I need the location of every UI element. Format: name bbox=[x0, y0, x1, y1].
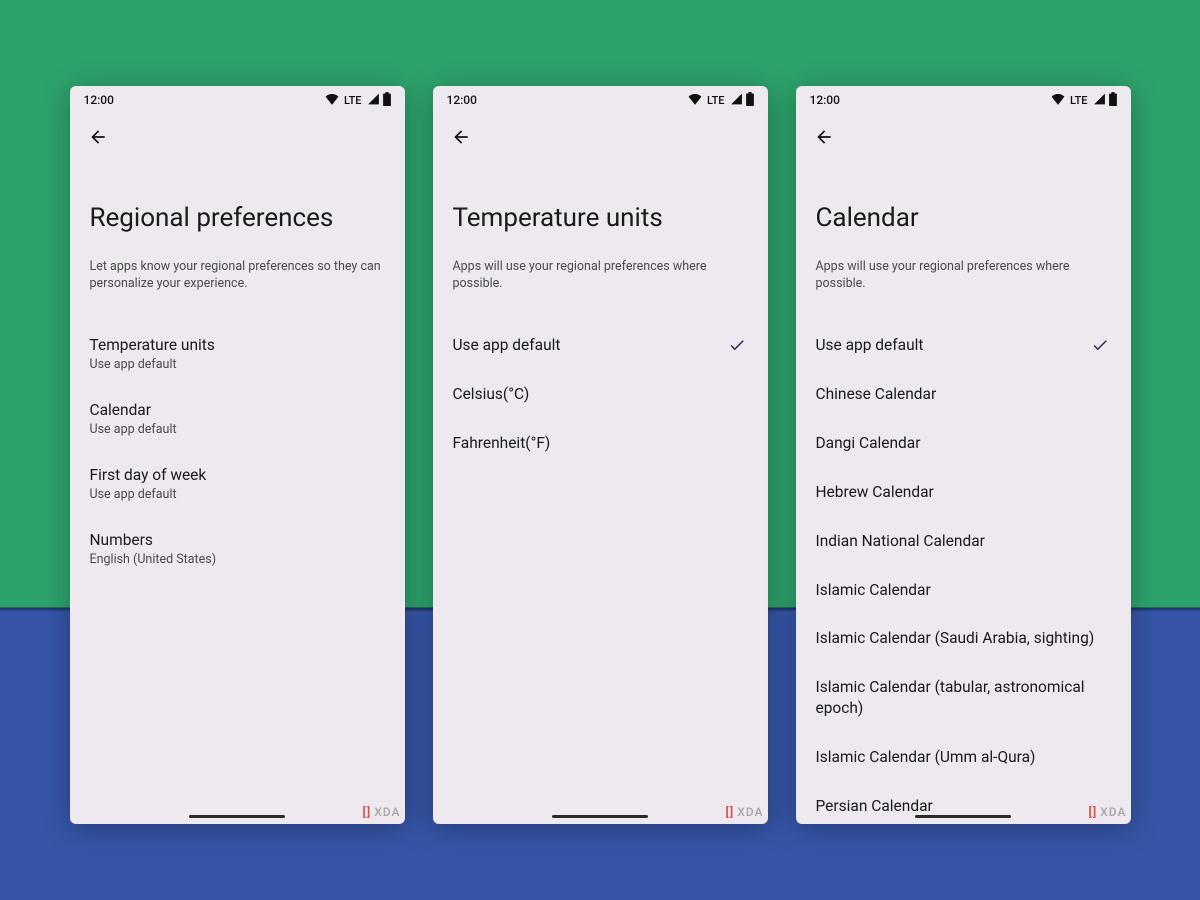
status-bar: 12:00 LTE bbox=[433, 86, 768, 114]
arrow-back-icon bbox=[88, 127, 108, 147]
page-title: Temperature units bbox=[453, 204, 748, 234]
battery-icon bbox=[1109, 92, 1117, 109]
option-use-app-default[interactable]: Use app default bbox=[453, 321, 748, 370]
phone-screen-calendar: 12:00 LTE Calendar Apps will use your re… bbox=[796, 86, 1131, 824]
status-icons: LTE bbox=[1051, 92, 1117, 109]
option-islamic-calendar[interactable]: Islamic Calendar bbox=[816, 566, 1111, 615]
option-fahrenheit[interactable]: Fahrenheit(°F) bbox=[453, 419, 748, 468]
page-title: Regional preferences bbox=[90, 204, 385, 234]
setting-item-temperature-units[interactable]: Temperature units Use app default bbox=[90, 321, 385, 386]
option-label: Persian Calendar bbox=[816, 796, 1111, 817]
option-chinese-calendar[interactable]: Chinese Calendar bbox=[816, 370, 1111, 419]
page-subtitle: Let apps know your regional preferences … bbox=[90, 258, 385, 293]
wifi-icon bbox=[1051, 93, 1065, 108]
option-label: Dangi Calendar bbox=[816, 433, 1111, 454]
back-button[interactable] bbox=[88, 126, 110, 148]
option-label: Hebrew Calendar bbox=[816, 482, 1111, 503]
option-islamic-calendar-sa[interactable]: Islamic Calendar (Saudi Arabia, sighting… bbox=[816, 614, 1111, 663]
back-button[interactable] bbox=[814, 126, 836, 148]
check-icon bbox=[728, 335, 748, 355]
status-icons: LTE bbox=[688, 92, 754, 109]
page-subtitle: Apps will use your regional preferences … bbox=[453, 258, 748, 293]
signal-icon bbox=[1093, 93, 1106, 108]
setting-value: English (United States) bbox=[90, 552, 385, 567]
status-icons: LTE bbox=[325, 92, 391, 109]
option-celsius[interactable]: Celsius(°C) bbox=[453, 370, 748, 419]
phone-screen-regional-preferences: 12:00 LTE Regional preferences Let apps … bbox=[70, 86, 405, 824]
setting-value: Use app default bbox=[90, 357, 385, 372]
setting-item-calendar[interactable]: Calendar Use app default bbox=[90, 386, 385, 451]
battery-icon bbox=[383, 92, 391, 109]
battery-icon bbox=[746, 92, 754, 109]
navigation-handle[interactable] bbox=[189, 815, 285, 818]
watermark: []XDA bbox=[1089, 805, 1127, 819]
navigation-handle[interactable] bbox=[915, 815, 1011, 818]
setting-item-first-day-of-week[interactable]: First day of week Use app default bbox=[90, 451, 385, 516]
option-dangi-calendar[interactable]: Dangi Calendar bbox=[816, 419, 1111, 468]
watermark: []XDA bbox=[726, 805, 764, 819]
option-label: Indian National Calendar bbox=[816, 531, 1111, 552]
option-label: Islamic Calendar (tabular, astronomical … bbox=[816, 677, 1111, 719]
option-use-app-default[interactable]: Use app default bbox=[816, 321, 1111, 370]
page-title: Calendar bbox=[816, 204, 1111, 234]
watermark: []XDA bbox=[363, 805, 401, 819]
option-label: Use app default bbox=[816, 335, 1091, 356]
setting-title: First day of week bbox=[90, 465, 385, 485]
status-time: 12:00 bbox=[84, 93, 114, 107]
setting-title: Calendar bbox=[90, 400, 385, 420]
option-label: Islamic Calendar (Saudi Arabia, sighting… bbox=[816, 628, 1111, 649]
navigation-handle[interactable] bbox=[552, 815, 648, 818]
check-icon bbox=[1091, 335, 1111, 355]
setting-item-numbers[interactable]: Numbers English (United States) bbox=[90, 516, 385, 581]
option-islamic-calendar-tabular[interactable]: Islamic Calendar (tabular, astronomical … bbox=[816, 663, 1111, 733]
status-bar: 12:00 LTE bbox=[796, 86, 1131, 114]
setting-title: Temperature units bbox=[90, 335, 385, 355]
status-bar: 12:00 LTE bbox=[70, 86, 405, 114]
option-indian-national-calendar[interactable]: Indian National Calendar bbox=[816, 517, 1111, 566]
network-label: LTE bbox=[707, 94, 725, 107]
back-button[interactable] bbox=[451, 126, 473, 148]
status-time: 12:00 bbox=[810, 93, 840, 107]
status-time: 12:00 bbox=[447, 93, 477, 107]
option-islamic-calendar-umm[interactable]: Islamic Calendar (Umm al-Qura) bbox=[816, 733, 1111, 782]
signal-icon bbox=[730, 93, 743, 108]
option-hebrew-calendar[interactable]: Hebrew Calendar bbox=[816, 468, 1111, 517]
arrow-back-icon bbox=[451, 127, 471, 147]
option-label: Fahrenheit(°F) bbox=[453, 433, 748, 454]
setting-value: Use app default bbox=[90, 422, 385, 437]
page-subtitle: Apps will use your regional preferences … bbox=[816, 258, 1111, 293]
option-label: Islamic Calendar (Umm al-Qura) bbox=[816, 747, 1111, 768]
signal-icon bbox=[367, 93, 380, 108]
option-label: Chinese Calendar bbox=[816, 384, 1111, 405]
option-label: Celsius(°C) bbox=[453, 384, 748, 405]
wifi-icon bbox=[325, 93, 339, 108]
option-label: Islamic Calendar bbox=[816, 580, 1111, 601]
wifi-icon bbox=[688, 93, 702, 108]
option-label: Use app default bbox=[453, 335, 728, 356]
setting-title: Numbers bbox=[90, 530, 385, 550]
arrow-back-icon bbox=[814, 127, 834, 147]
setting-value: Use app default bbox=[90, 487, 385, 502]
network-label: LTE bbox=[1070, 94, 1088, 107]
network-label: LTE bbox=[344, 94, 362, 107]
phone-screen-temperature-units: 12:00 LTE Temperature units Apps will us… bbox=[433, 86, 768, 824]
